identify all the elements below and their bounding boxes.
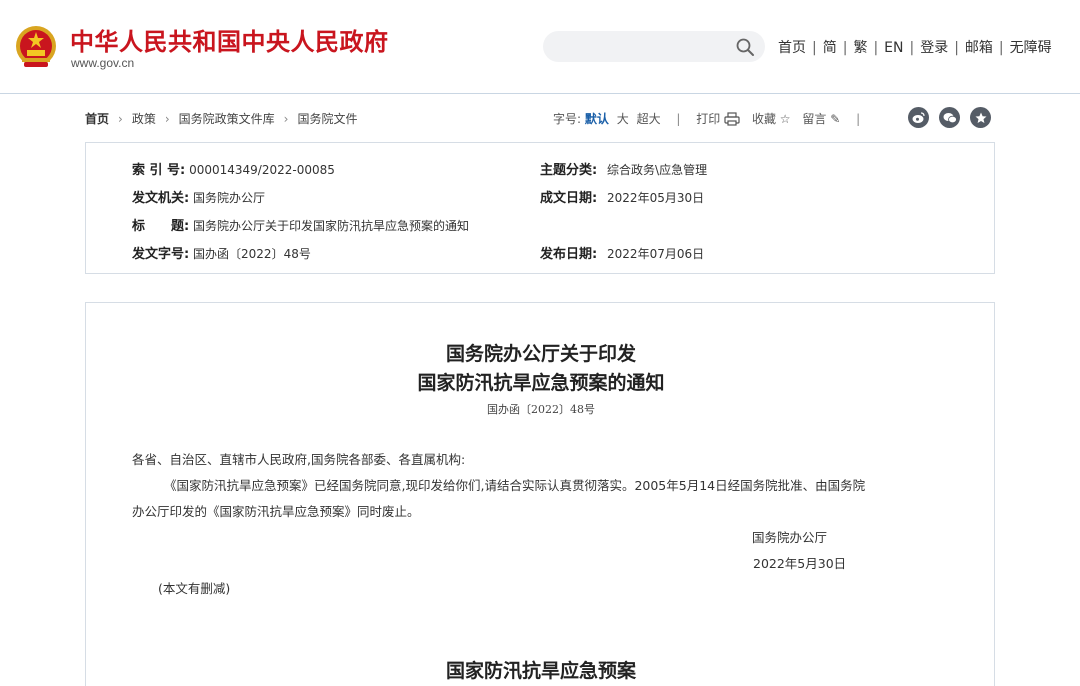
breadcrumb-policy-library[interactable]: 国务院政策文件库: [179, 112, 275, 126]
meta-published-row: 发布日期: 2022年07月06日: [540, 243, 704, 262]
search-icon[interactable]: [735, 37, 755, 57]
top-nav: 首页 | 简 | 繁 | EN | 登录 | 邮箱 | 无障碍: [778, 37, 1052, 57]
nav-separator: |: [998, 40, 1004, 56]
meta-category-label: 主题分类:: [540, 163, 598, 178]
article-date: 2022年5月30日: [753, 556, 847, 571]
breadcrumb-state-council-docs[interactable]: 国务院文件: [297, 112, 357, 126]
meta-published-label: 发布日期:: [540, 247, 598, 262]
meta-issuer-label: 发文机关:: [132, 191, 190, 206]
article-title-line2: 国家防汛抗旱应急预案的通知: [417, 372, 665, 394]
nav-separator: |: [873, 40, 879, 56]
meta-published-value: 2022年07月06日: [607, 247, 705, 261]
search-input[interactable]: [557, 37, 727, 57]
article-signature: 国务院办公厅: [752, 530, 828, 545]
site-title[interactable]: 中华人民共和国中央人民政府: [70, 22, 389, 57]
nav-english[interactable]: EN: [884, 40, 903, 56]
star-outline-icon: ☆: [779, 112, 791, 126]
font-size-xlarge[interactable]: 超大: [637, 112, 661, 126]
tools-separator: |: [856, 112, 861, 126]
favorite-label: 收藏: [751, 112, 776, 126]
print-label: 打印: [696, 112, 721, 126]
comment-label: 留言: [802, 112, 827, 126]
print-button[interactable]: 打印: [696, 112, 740, 126]
meta-index-row: 索 引 号: 000014349/2022-00085: [132, 159, 335, 178]
favorite-star-icon[interactable]: [970, 107, 991, 128]
font-size-label: 字号:: [553, 112, 582, 126]
article-note: (本文有删减): [158, 581, 231, 596]
chevron-right-icon: ›: [164, 112, 170, 126]
share-bar: [908, 107, 991, 128]
nav-separator: |: [842, 40, 848, 56]
font-size-large[interactable]: 大: [617, 112, 629, 126]
meta-written-row: 成文日期: 2022年05月30日: [540, 187, 704, 206]
article-body: 国务院办公厅关于印发 国家防汛抗旱应急预案的通知 国办函〔2022〕48号 各省…: [85, 302, 995, 686]
nav-separator: |: [909, 40, 915, 56]
nav-mail[interactable]: 邮箱: [965, 40, 993, 56]
nav-traditional[interactable]: 繁: [853, 40, 867, 56]
pencil-icon: ✎: [830, 112, 841, 126]
print-icon: [724, 112, 740, 126]
site-url[interactable]: www.gov.cn: [71, 56, 134, 70]
favorite-button[interactable]: 收藏 ☆: [752, 112, 791, 126]
nav-accessibility[interactable]: 无障碍: [1010, 40, 1052, 56]
article-tools: 字号: 默认 大 超大 | 打印 收藏 ☆ 留言 ✎ |: [553, 110, 872, 127]
nav-home[interactable]: 首页: [778, 40, 806, 56]
meta-category-row: 主题分类: 综合政务\应急管理: [540, 159, 707, 178]
meta-issuer-value: 国务院办公厅: [193, 191, 266, 205]
weibo-icon[interactable]: [908, 107, 929, 128]
breadcrumb-policy[interactable]: 政策: [132, 112, 156, 126]
meta-written-value: 2022年05月30日: [607, 191, 705, 205]
meta-docno-value: 国办函〔2022〕48号: [193, 247, 311, 261]
nav-separator: |: [812, 40, 817, 56]
article-title-line1: 国务院办公厅关于印发: [445, 343, 636, 365]
comment-button[interactable]: 留言 ✎: [802, 112, 840, 126]
meta-docno-row: 发文字号: 国办函〔2022〕48号: [132, 243, 311, 262]
tools-separator: |: [676, 112, 681, 126]
breadcrumb: 首页 › 政策 › 国务院政策文件库 › 国务院文件: [85, 110, 358, 127]
nav-separator: |: [954, 40, 959, 56]
chevron-right-icon: ›: [118, 112, 123, 126]
meta-title-label: 标 题:: [132, 219, 190, 234]
nav-simplified[interactable]: 简: [823, 40, 837, 56]
meta-issuer-row: 发文机关: 国务院办公厅: [132, 187, 265, 206]
meta-category-value: 综合政务\应急管理: [607, 163, 708, 177]
national-emblem-icon[interactable]: [14, 24, 58, 70]
article-body-line2: 办公厅印发的《国家防汛抗旱应急预案》同时废止。: [132, 504, 420, 519]
meta-docno-label: 发文字号:: [132, 247, 190, 262]
meta-index-value: 000014349/2022-00085: [189, 163, 335, 177]
meta-title-row: 标 题: 国务院办公厅关于印发国家防汛抗旱应急预案的通知: [132, 215, 469, 234]
meta-index-label: 索 引 号:: [132, 163, 186, 178]
article-doc-number: 国办函〔2022〕48号: [487, 403, 595, 416]
search-box: [543, 31, 765, 62]
nav-login[interactable]: 登录: [920, 40, 948, 56]
chevron-right-icon: ›: [283, 112, 289, 126]
article-salutation: 各省、自治区、直辖市人民政府,国务院各部委、各直属机构:: [132, 452, 466, 467]
document-meta-table: 索 引 号: 000014349/2022-00085 主题分类: 综合政务\应…: [85, 142, 995, 274]
wechat-icon[interactable]: [939, 107, 960, 128]
section-title: 国家防汛抗旱应急预案: [445, 660, 636, 682]
article-body-line1: 《国家防汛抗旱应急预案》已经国务院同意,现印发给你们,请结合实际认真贯彻落实。2…: [164, 478, 866, 493]
font-size-default[interactable]: 默认: [585, 112, 609, 126]
meta-title-value: 国务院办公厅关于印发国家防汛抗旱应急预案的通知: [193, 219, 470, 233]
meta-written-label: 成文日期:: [540, 191, 598, 206]
site-header: 中华人民共和国中央人民政府 www.gov.cn 首页 | 简 | 繁 | EN | 登录 | 邮箱…: [0, 0, 1080, 94]
breadcrumb-home[interactable]: 首页: [85, 112, 109, 126]
